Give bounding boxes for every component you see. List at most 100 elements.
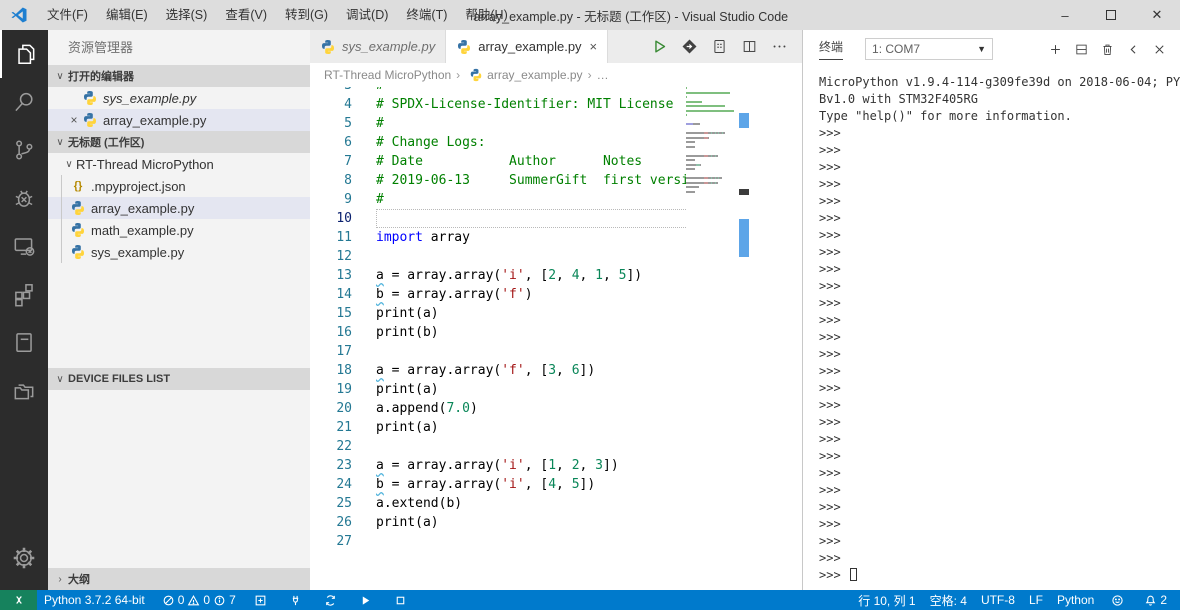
open-editors-header[interactable]: ∨ 打开的编辑器 xyxy=(48,65,310,87)
line-number[interactable]: 14 xyxy=(310,285,352,304)
tree-file-item[interactable]: {} .mpyproject.json xyxy=(48,175,310,197)
python-interpreter[interactable]: Python 3.7.2 64-bit xyxy=(37,590,152,610)
tree-file-item[interactable]: array_example.py xyxy=(48,197,310,219)
stop-button[interactable] xyxy=(383,590,418,610)
indentation-setting[interactable]: 空格: 4 xyxy=(923,590,974,610)
line-number[interactable]: 24 xyxy=(310,475,352,494)
line-number[interactable]: 20 xyxy=(310,399,352,418)
editor-tab[interactable]: array_example.py × xyxy=(446,30,609,63)
code-line[interactable]: 14 b = array.array('f') xyxy=(310,285,790,304)
line-number[interactable]: 25 xyxy=(310,494,352,513)
extensions-icon[interactable] xyxy=(0,270,48,318)
terminal-selector-dropdown[interactable]: 1: COM7 ▼ xyxy=(865,38,994,60)
remote-indicator[interactable] xyxy=(0,590,37,610)
line-number[interactable]: 5 xyxy=(310,114,352,133)
line-number[interactable]: 4 xyxy=(310,95,352,114)
code-line[interactable]: 19 print(a) xyxy=(310,380,790,399)
line-number[interactable]: 6 xyxy=(310,133,352,152)
breadcrumb-item[interactable]: RT-Thread MicroPython xyxy=(324,68,451,82)
menu-item-0[interactable]: 文件(F) xyxy=(38,0,97,30)
tree-folder-root[interactable]: ∨ RT-Thread MicroPython xyxy=(48,153,310,175)
breadcrumb-item[interactable]: … xyxy=(597,68,609,82)
line-number[interactable]: 26 xyxy=(310,513,352,532)
source-control-icon[interactable] xyxy=(0,126,48,174)
download-device-button[interactable] xyxy=(674,30,704,63)
tree-file-item[interactable]: math_example.py xyxy=(48,219,310,241)
device-monitor-icon[interactable] xyxy=(0,222,48,270)
code-line[interactable]: 15 print(a) xyxy=(310,304,790,323)
minimap[interactable] xyxy=(686,87,738,287)
line-number[interactable]: 7 xyxy=(310,152,352,171)
search-icon[interactable] xyxy=(0,78,48,126)
folders-icon[interactable] xyxy=(0,366,48,414)
open-editor-item[interactable]: × array_example.py xyxy=(48,109,310,131)
notifications-bell[interactable]: 2 xyxy=(1134,590,1174,610)
binary-file-button[interactable] xyxy=(704,30,734,63)
explorer-icon[interactable] xyxy=(0,30,48,78)
line-number[interactable]: 17 xyxy=(310,342,352,361)
workspace-header[interactable]: ∨ 无标题 (工作区) xyxy=(48,131,310,153)
problems-indicator[interactable]: 0 0 7 xyxy=(152,590,243,610)
menu-item-5[interactable]: 调试(D) xyxy=(337,0,397,30)
line-number[interactable]: 9 xyxy=(310,190,352,209)
collapse-panel-button[interactable] xyxy=(1120,36,1146,62)
encoding-setting[interactable]: UTF-8 xyxy=(974,590,1022,610)
cursor-position[interactable]: 行 10, 列 1 xyxy=(851,590,922,610)
new-terminal-button[interactable] xyxy=(1042,36,1068,62)
close-panel-button[interactable] xyxy=(1146,36,1172,62)
line-number[interactable]: 10 xyxy=(310,209,352,228)
line-number[interactable]: 18 xyxy=(310,361,352,380)
language-mode[interactable]: Python xyxy=(1050,590,1101,610)
breadcrumb-item[interactable]: array_example.py xyxy=(487,68,582,82)
editor-tab[interactable]: sys_example.py xyxy=(310,30,447,63)
outline-header[interactable]: › 大纲 xyxy=(48,568,310,590)
line-number[interactable]: 16 xyxy=(310,323,352,342)
minimize-button[interactable]: – xyxy=(1042,0,1088,30)
line-number[interactable]: 3 xyxy=(310,87,352,95)
sync-button[interactable] xyxy=(313,590,348,610)
code-line[interactable]: 20 a.append(7.0) xyxy=(310,399,790,418)
line-number[interactable]: 13 xyxy=(310,266,352,285)
code-line[interactable]: 22 xyxy=(310,437,790,456)
menu-item-3[interactable]: 查看(V) xyxy=(216,0,276,30)
tree-file-item[interactable]: sys_example.py xyxy=(48,241,310,263)
code-line[interactable]: 17 xyxy=(310,342,790,361)
line-number[interactable]: 15 xyxy=(310,304,352,323)
line-number[interactable]: 8 xyxy=(310,171,352,190)
notes-icon[interactable] xyxy=(0,318,48,366)
feedback-smiley[interactable] xyxy=(1101,590,1134,610)
code-line[interactable]: 25 a.extend(b) xyxy=(310,494,790,513)
code-line[interactable]: 18 a = array.array('f', [3, 6]) xyxy=(310,361,790,380)
line-number[interactable]: 12 xyxy=(310,247,352,266)
line-number[interactable]: 27 xyxy=(310,532,352,551)
menu-item-4[interactable]: 转到(G) xyxy=(276,0,337,30)
boxed-plus-button[interactable] xyxy=(243,590,278,610)
open-editor-item[interactable]: sys_example.py xyxy=(48,87,310,109)
more-actions-button[interactable] xyxy=(764,30,794,63)
kill-terminal-button[interactable] xyxy=(1094,36,1120,62)
code-line[interactable]: 23 a = array.array('i', [1, 2, 3]) xyxy=(310,456,790,475)
menu-item-2[interactable]: 选择(S) xyxy=(157,0,217,30)
overview-ruler[interactable] xyxy=(738,57,750,590)
code-line[interactable]: 16 print(b) xyxy=(310,323,790,342)
code-line[interactable]: 27 xyxy=(310,532,790,551)
terminal-output[interactable]: MicroPython v1.9.4-114-g309fe39d on 2018… xyxy=(803,68,1180,584)
terminal-tab[interactable]: 终端 xyxy=(819,38,844,60)
run-button[interactable] xyxy=(348,590,383,610)
close-icon[interactable]: × xyxy=(66,113,82,127)
code-line[interactable]: 26 print(a) xyxy=(310,513,790,532)
debug-icon[interactable] xyxy=(0,174,48,222)
line-number[interactable]: 21 xyxy=(310,418,352,437)
device-files-list-header[interactable]: ∨ DEVICE FILES LIST xyxy=(48,368,310,390)
run-file-button[interactable] xyxy=(644,30,674,63)
line-number[interactable]: 11 xyxy=(310,228,352,247)
line-number[interactable]: 22 xyxy=(310,437,352,456)
line-number[interactable]: 19 xyxy=(310,380,352,399)
maximize-button[interactable] xyxy=(1088,0,1134,30)
settings-gear-icon[interactable] xyxy=(0,534,48,582)
code-line[interactable]: 24 b = array.array('i', [4, 5]) xyxy=(310,475,790,494)
menu-item-1[interactable]: 编辑(E) xyxy=(97,0,157,30)
split-terminal-button[interactable] xyxy=(1068,36,1094,62)
close-window-button[interactable]: ✕ xyxy=(1134,0,1180,30)
menu-item-6[interactable]: 终端(T) xyxy=(397,0,456,30)
